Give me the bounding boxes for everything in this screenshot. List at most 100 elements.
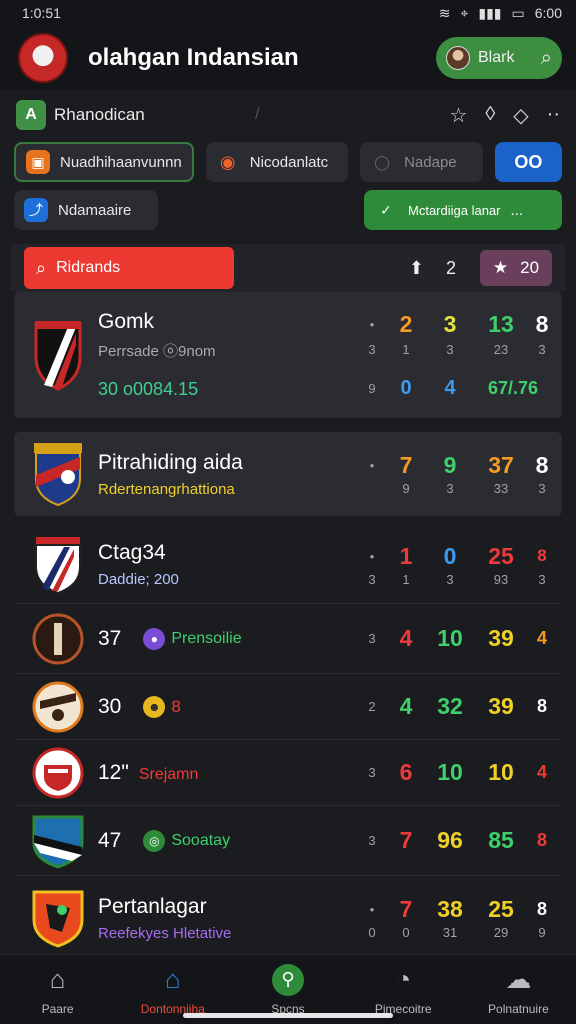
shield-icon: ◯ (374, 153, 390, 170)
stat-value: 7 (399, 827, 413, 853)
stat-sub: 3 (446, 341, 454, 357)
stat-sub: 23 (493, 341, 509, 357)
stat-sub: 0 (402, 925, 410, 940)
stat-sub: 29 (493, 925, 509, 940)
team-stats: • 1 0 25 8 3 1 3 93 3 (360, 543, 562, 587)
app-logo (18, 33, 68, 83)
team-meta: 8 (171, 696, 181, 716)
chip-toggle[interactable]: OO (494, 142, 562, 182)
team-meta: Reefekyes Hletative (98, 924, 232, 942)
more-icon[interactable]: ·· (547, 103, 560, 128)
stat-sub: 31 (442, 925, 458, 940)
team-crest (32, 813, 84, 869)
team-name: 37 (98, 626, 122, 650)
favorites-button[interactable]: ★ 20 (480, 250, 552, 286)
toolbar: A Rhanodican / ☆ ◊ ◇ ·· (0, 90, 576, 140)
team-row[interactable]: 30 ☻ 8 2 4 32 39 8 (14, 674, 562, 740)
profile-label: Blark (478, 49, 515, 66)
team-crest (32, 679, 84, 735)
chip-row-2: ⤴ Ndamaaire ✓ Mctardiiga lanar ... (0, 190, 576, 230)
stat-value: 25 (488, 896, 514, 922)
stat-value: 4 (444, 376, 456, 399)
stat-value: 2 (399, 310, 413, 337)
team-row[interactable]: Gomk Perrsade ⓞ9nom 30 o0084.15 • 2 3 13… (14, 292, 562, 418)
stat-value: 10 (437, 625, 463, 651)
avatar (446, 46, 470, 70)
home-indicator[interactable] (183, 1013, 393, 1018)
team-stats: • 2 3 13 8 3 1 3 23 3 9 0 4 67/.76 (360, 311, 562, 400)
team-stat-line: 30 o0084.15 (98, 379, 199, 399)
racket-icon: ⚲ (272, 963, 304, 996)
team-meta: Rdertenangrhattiona (98, 480, 235, 498)
briefcase-icon: ▣ (26, 150, 50, 174)
search-icon: ⌕ (36, 257, 47, 278)
edit-icon[interactable]: / (255, 106, 259, 124)
app-header: olahgan Indansian Blark ⌕ (0, 26, 576, 90)
pin-icon[interactable]: ◊ (485, 103, 495, 128)
stat-sub: 1 (402, 341, 410, 357)
stat-value: 4 (536, 762, 547, 782)
stat-value: 25 (488, 542, 514, 569)
profile-search-button[interactable]: Blark ⌕ (436, 37, 562, 79)
team-row[interactable]: Ctag34 Daddie; 200 • 1 0 25 8 3 1 3 93 3 (14, 526, 562, 604)
location-icon: ⌖ (460, 4, 469, 21)
team-row[interactable]: 47 ◎ Sooatay 3 7 96 85 8 (14, 806, 562, 876)
stat-value: 8 (536, 830, 547, 850)
fire-icon: ◉ (219, 151, 236, 172)
club-badge-icon: ☻ (143, 695, 166, 718)
stat-sub: 93 (493, 571, 509, 587)
stat-value: 67/.76 (487, 377, 539, 398)
team-name: Ctag34 (98, 541, 166, 564)
stat-sub: 9 (368, 380, 376, 396)
team-list: Gomk Perrsade ⓞ9nom 30 o0084.15 • 2 3 13… (14, 292, 562, 960)
chip-label: Nadape (404, 153, 457, 171)
stat-value: 39 (488, 625, 514, 651)
chip-filter-5[interactable]: ✓ Mctardiiga lanar ... (364, 190, 562, 230)
chip-filter-1[interactable]: ▣ Nuadhihaanvunnn (14, 142, 194, 182)
team-stats: • 7 38 25 8 0 0 31 29 9 (360, 896, 562, 940)
team-stats: 3 7 96 85 8 (360, 827, 554, 854)
team-name: Pertanlagar (98, 894, 207, 918)
stat-value: 10 (488, 759, 514, 785)
stat-value: 8 (536, 696, 547, 716)
team-row[interactable]: 37 ● Prensoilie 3 4 10 39 4 (14, 604, 562, 674)
stat-value: 1 (399, 542, 413, 569)
chip-filter-2[interactable]: ◉ Nicodanlatc (205, 142, 349, 182)
chip-label: OO (514, 151, 543, 172)
team-row[interactable]: Pitrahiding aida Rdertenangrhattiona • 7… (14, 432, 562, 516)
team-row[interactable]: 12" Srejamn 3 6 10 10 4 (14, 740, 562, 806)
bottom-nav: ⌂ Paare ⌂ Dontonniiha ⚲ Spcns ◔ Pimecoit… (0, 954, 576, 1024)
search-input[interactable]: ⌕ Ridrands (24, 247, 234, 289)
team-crest (32, 535, 84, 595)
chip-filter-3[interactable]: ◯ Nadape (360, 142, 483, 182)
filter-count: ⬆ 2 (409, 258, 456, 279)
stat-value: 13 (488, 310, 514, 337)
page-title: olahgan Indansian (88, 44, 299, 71)
stat-sub: 1 (402, 571, 410, 587)
star-icon[interactable]: ☆ (449, 103, 467, 128)
nav-item-home[interactable]: ⌂ Paare (0, 955, 115, 1024)
stat-value: 4 (536, 628, 547, 648)
stat-sub: 3 (446, 481, 454, 496)
chip-filter-4[interactable]: ⤴ Ndamaaire (14, 190, 158, 230)
section-badge: A (16, 100, 46, 130)
team-row[interactable]: Pertanlagar Reefekyes Hletative • 7 38 2… (14, 876, 562, 960)
team-name: 12" (98, 760, 129, 784)
stat-value: 10 (437, 759, 463, 785)
team-name: 30 (98, 694, 122, 718)
profile-icon: ☁ (505, 964, 532, 994)
team-meta: Sooatay (171, 831, 231, 849)
team-name: 47 (98, 828, 122, 852)
tag-icon[interactable]: ◇ (513, 103, 528, 128)
stat-value: 8 (535, 310, 549, 337)
home-icon: ⌂ (49, 964, 66, 994)
search-icon: ⌕ (540, 46, 552, 69)
house-icon: ⌂ (164, 964, 181, 994)
toolbar-actions: ☆ ◊ ◇ ·· (449, 103, 560, 128)
count-value: 2 (445, 257, 456, 278)
stat-sub: 0 (368, 925, 376, 940)
timer-icon: ◔ (395, 964, 412, 994)
sort-icon[interactable]: ⬆ (409, 258, 424, 279)
favorites-count: 20 (520, 258, 540, 277)
nav-item-profile[interactable]: ☁ Polnatnuire (461, 955, 576, 1024)
